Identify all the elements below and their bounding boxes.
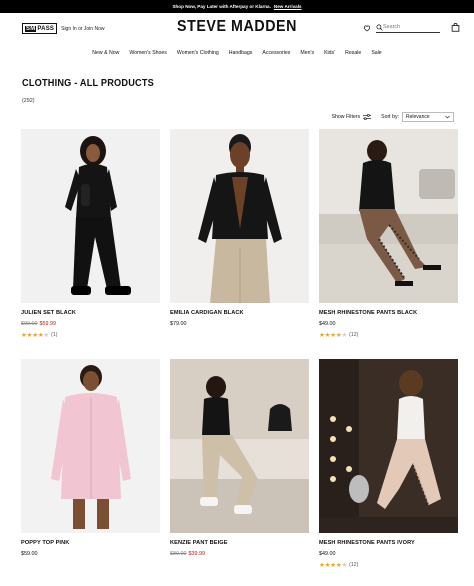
listing-toolbar: Show Filters Sort by: Relevance	[332, 112, 454, 122]
product-name[interactable]: KENZIE PANT BEIGE	[170, 539, 309, 548]
product-card[interactable]: MESH RHINESTONE PANTS IVORY $49.00 ★★★★★…	[319, 359, 458, 569]
original-price: $80.00	[170, 551, 187, 557]
product-price: $99.00 $59.99	[21, 321, 160, 327]
product-price: $59.00	[21, 551, 160, 557]
product-rating[interactable]: ★★★★★ (1)	[21, 331, 160, 339]
nav-item-sale[interactable]: Sale	[368, 46, 384, 60]
product-image[interactable]	[21, 359, 160, 533]
product-name[interactable]: POPPY TOP PINK	[21, 539, 160, 548]
sale-price: $39.99	[188, 551, 206, 557]
search-input[interactable]	[383, 24, 439, 30]
header-icons	[363, 22, 460, 33]
product-name[interactable]: MESH RHINESTONE PANTS BLACK	[319, 309, 458, 318]
product-image[interactable]	[319, 129, 458, 303]
nav-item-womens-shoes[interactable]: Women's Shoes	[126, 46, 170, 60]
product-price-value: $79.00	[170, 321, 187, 327]
nav-item-resale[interactable]: Resale	[342, 46, 364, 60]
product-price: $80.00 $39.99	[170, 551, 309, 557]
nav-item-womens-clothing[interactable]: Women's Clothing	[174, 46, 222, 60]
product-price-value: $59.00	[21, 551, 38, 557]
star-rating-icon: ★★★★★	[319, 562, 348, 569]
product-price-value: $49.00	[319, 551, 336, 557]
show-filters-button[interactable]: Show Filters	[332, 114, 372, 120]
product-price: $49.00	[319, 551, 458, 557]
review-count: (12)	[349, 562, 359, 568]
original-price: $99.00	[21, 321, 38, 327]
sort-label: Sort by:	[381, 114, 399, 120]
product-image[interactable]	[170, 359, 309, 533]
search-icon	[376, 24, 383, 31]
star-rating-icon: ★★★★★	[319, 332, 348, 339]
main-nav: New & Now Women's Shoes Women's Clothing…	[0, 46, 474, 60]
sort-value: Relevance	[406, 114, 430, 120]
nav-item-kids[interactable]: Kids'	[321, 46, 338, 60]
nav-item-new-now[interactable]: New & Now	[89, 46, 122, 60]
product-card[interactable]: POPPY TOP PINK $59.00	[21, 359, 160, 557]
sort-select[interactable]: Relevance	[402, 112, 454, 122]
promo-bar: Shop Now, Pay Later with Afterpay or Kla…	[0, 0, 474, 13]
product-price: $79.00	[170, 321, 309, 327]
product-card[interactable]: EMILIA CARDIGAN BLACK $79.00	[170, 129, 309, 327]
review-count: (12)	[349, 332, 359, 338]
product-price-value: $49.00	[319, 321, 336, 327]
product-card[interactable]: MESH RHINESTONE PANTS BLACK $49.00 ★★★★★…	[319, 129, 458, 339]
product-price: $49.00	[319, 321, 458, 327]
bag-icon[interactable]	[451, 23, 460, 32]
product-image[interactable]	[170, 129, 309, 303]
heart-icon[interactable]	[363, 24, 371, 32]
promo-text: Shop Now, Pay Later with Afterpay or Kla…	[172, 4, 271, 9]
sale-price: $59.99	[39, 321, 57, 327]
nav-item-mens[interactable]: Men's	[297, 46, 317, 60]
product-rating[interactable]: ★★★★★ (12)	[319, 561, 458, 569]
sort-control: Sort by: Relevance	[381, 112, 454, 122]
product-name[interactable]: JULIEN SET BLACK	[21, 309, 160, 318]
product-name[interactable]: EMILIA CARDIGAN BLACK	[170, 309, 309, 318]
nav-item-handbags[interactable]: Handbags	[226, 46, 256, 60]
show-filters-label: Show Filters	[331, 114, 361, 120]
product-card[interactable]: KENZIE PANT BEIGE $80.00 $39.99	[170, 359, 309, 557]
header: SM PASS Sign In or Join Now STEVE MADDEN	[0, 13, 474, 45]
review-count: (1)	[51, 332, 58, 338]
search-box[interactable]	[376, 22, 440, 33]
nav-item-accessories[interactable]: Accessories	[259, 46, 293, 60]
product-image[interactable]	[21, 129, 160, 303]
product-count: (292)	[22, 98, 35, 104]
product-card[interactable]: JULIEN SET BLACK $99.00 $59.99 ★★★★★ (1)	[21, 129, 160, 339]
product-rating[interactable]: ★★★★★ (12)	[319, 331, 458, 339]
product-name[interactable]: MESH RHINESTONE PANTS IVORY	[319, 539, 458, 548]
chevron-down-icon	[445, 115, 450, 119]
page-title: CLOTHING - ALL PRODUCTS	[22, 78, 155, 89]
product-image[interactable]	[319, 359, 458, 533]
promo-link[interactable]: New Arrivals	[274, 4, 302, 9]
filter-sliders-icon	[363, 114, 372, 120]
star-rating-icon: ★★★★★	[21, 332, 50, 339]
